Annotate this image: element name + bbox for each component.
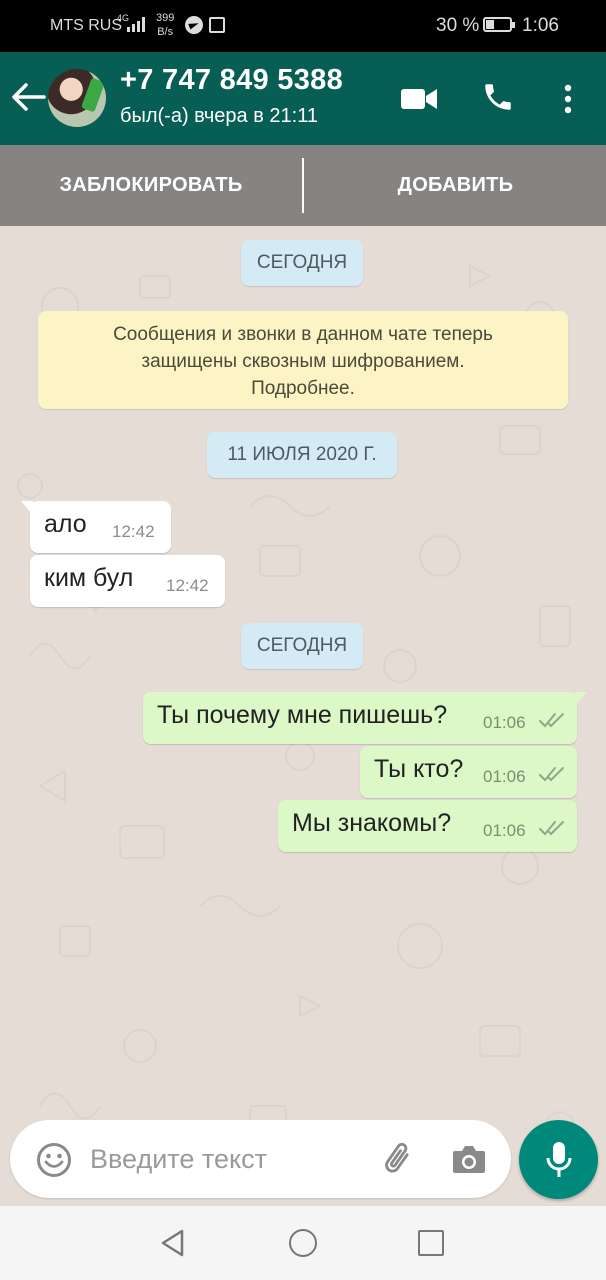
battery-percent: 30 % xyxy=(436,15,480,36)
message-time: 01:06 xyxy=(483,767,526,786)
date-divider-today: СЕГОДНЯ xyxy=(241,240,363,286)
message-time: 12:42 xyxy=(112,522,155,541)
message-incoming[interactable]: ало 12:42 xyxy=(21,501,171,553)
telegram-icon xyxy=(185,16,203,34)
clock: 1:06 xyxy=(522,15,559,36)
double-check-icon xyxy=(539,767,564,782)
back-arrow-icon[interactable] xyxy=(10,82,46,112)
encryption-notice[interactable]: Сообщения и звонки в данном чате теперь … xyxy=(38,311,568,409)
camera-icon[interactable] xyxy=(451,1142,487,1176)
voice-record-button[interactable] xyxy=(519,1120,598,1199)
nav-home-icon[interactable] xyxy=(289,1229,317,1257)
attach-icon[interactable] xyxy=(380,1140,420,1180)
block-button[interactable]: ЗАБЛОКИРОВАТЬ xyxy=(0,145,302,226)
message-outgoing[interactable]: Мы знакомы? 01:06 xyxy=(278,800,577,852)
screenshot-icon xyxy=(209,17,225,33)
contact-name[interactable]: +7 747 849 5388 xyxy=(120,64,343,97)
unknown-contact-actions: ЗАБЛОКИРОВАТЬ ДОБАВИТЬ xyxy=(0,145,606,226)
battery-icon xyxy=(483,17,515,32)
message-incoming[interactable]: ким бул 12:42 xyxy=(30,555,225,607)
message-outgoing[interactable]: Ты кто? 01:06 xyxy=(360,746,577,798)
message-time: 12:42 xyxy=(166,576,209,595)
date-divider-today: СЕГОДНЯ xyxy=(241,623,363,669)
divider xyxy=(302,158,304,213)
carrier-label: MTS RUS xyxy=(50,17,122,34)
bubble-tail xyxy=(21,501,33,515)
chat-messages[interactable]: СЕГОДНЯ Сообщения и звонки в данном чате… xyxy=(0,226,606,1206)
system-nav-bar xyxy=(0,1206,606,1280)
nav-recent-icon[interactable] xyxy=(418,1230,444,1256)
message-text: Ты кто? xyxy=(374,755,464,783)
bubble-tail xyxy=(575,692,587,706)
message-time: 01:06 xyxy=(483,821,526,840)
composer xyxy=(10,1120,511,1198)
message-input[interactable] xyxy=(90,1138,380,1180)
signal-icon xyxy=(127,17,145,32)
emoji-icon[interactable] xyxy=(36,1142,72,1178)
mic-icon xyxy=(546,1142,572,1177)
nav-back-icon[interactable] xyxy=(158,1228,188,1258)
date-divider-july: 11 ИЮЛЯ 2020 Г. xyxy=(207,432,397,478)
double-check-icon xyxy=(539,821,564,836)
net-speed-value: 399 xyxy=(156,12,175,24)
phone-icon[interactable] xyxy=(481,80,515,114)
message-text: ало xyxy=(44,510,87,538)
notice-line: Сообщения и звонки в данном чате теперь xyxy=(113,324,493,345)
message-time: 01:06 xyxy=(483,713,526,732)
message-outgoing[interactable]: Ты почему мне пишешь? 01:06 xyxy=(143,692,587,744)
message-text: Мы знакомы? xyxy=(292,809,452,837)
chat-header: +7 747 849 5388 был(-а) вчера в 21:11 xyxy=(0,52,606,145)
notice-learn-more: Подробнее. xyxy=(251,378,355,399)
notice-line: защищены сквозным шифрованием. xyxy=(141,351,465,372)
last-seen-status: был(-а) вчера в 21:11 xyxy=(120,105,318,127)
net-speed: 399 B/s xyxy=(156,11,174,39)
double-check-icon xyxy=(539,713,564,728)
net-speed-unit: B/s xyxy=(157,26,174,38)
message-text: Ты почему мне пишешь? xyxy=(157,701,448,729)
status-bar: MTS RUS 4G 399 B/s 30 % 1:06 xyxy=(0,0,606,52)
avatar[interactable] xyxy=(48,69,106,127)
add-contact-button[interactable]: ДОБАВИТЬ xyxy=(305,145,606,226)
more-vert-icon[interactable] xyxy=(560,83,576,115)
video-call-icon[interactable] xyxy=(400,87,438,111)
message-text: ким бул xyxy=(44,564,134,592)
